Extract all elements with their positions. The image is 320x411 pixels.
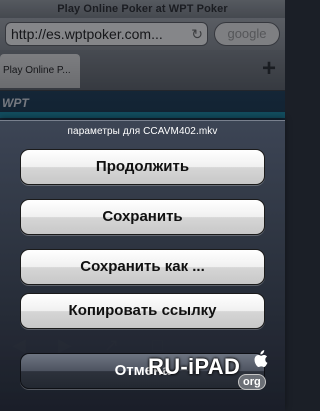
action-sheet-title: параметры для CCAVM402.mkv bbox=[67, 126, 218, 137]
watermark-text: RU-iPAD bbox=[148, 354, 241, 379]
watermark-suffix: org bbox=[238, 374, 266, 390]
watermark: RU-iPAD org bbox=[148, 350, 280, 396]
apple-icon bbox=[254, 350, 268, 367]
continue-button[interactable]: Продолжить bbox=[20, 149, 265, 185]
copy-link-button[interactable]: Копировать ссылку bbox=[20, 293, 265, 329]
save-button[interactable]: Сохранить bbox=[20, 199, 265, 235]
save-as-button[interactable]: Сохранить как ... bbox=[20, 249, 265, 285]
